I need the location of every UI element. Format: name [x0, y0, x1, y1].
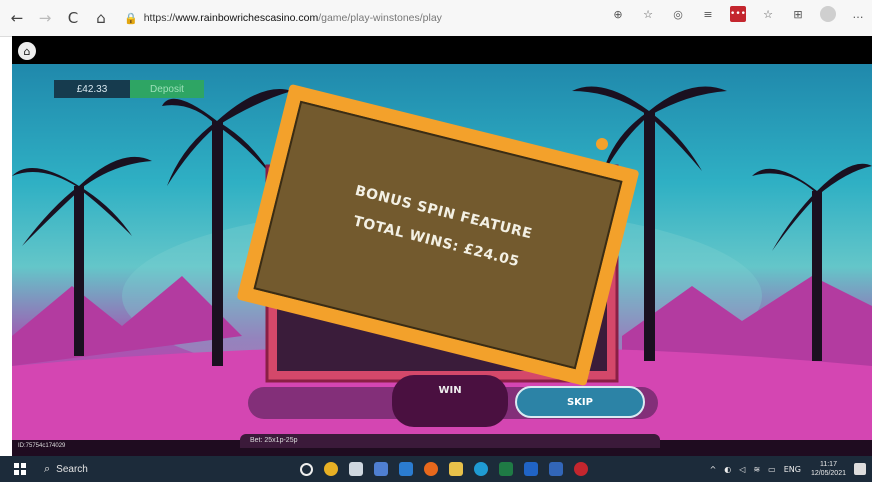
browser-toolbar: ← → C ⌂ 🔒 https://www.rainbowrichescasin… [0, 0, 872, 37]
lastpass-icon[interactable]: ••• [730, 6, 746, 22]
reload-icon[interactable]: C [62, 7, 84, 29]
home-icon[interactable]: ⌂ [90, 7, 112, 29]
network-icon[interactable]: ◐ [724, 465, 731, 474]
bet-display: Bet: 25x1p-25p [240, 434, 660, 448]
teams-icon[interactable] [574, 462, 588, 476]
url-path: /game/play-winstones/play [318, 12, 442, 24]
language-indicator[interactable]: ENG [784, 465, 801, 474]
keyboard-icon[interactable]: ▭ [768, 465, 776, 474]
firefox-icon[interactable] [424, 462, 438, 476]
taskbar-search[interactable]: ⌕ Search [44, 462, 244, 476]
clock[interactable]: 11:17 12/05/2021 [811, 460, 846, 478]
excel-icon[interactable] [499, 462, 513, 476]
win-label: WIN [438, 385, 462, 396]
collections-icon[interactable]: ☆ [760, 6, 776, 22]
win-display: WIN [392, 375, 508, 427]
search-label: Search [56, 463, 88, 475]
search-icon: ⌕ [44, 462, 51, 475]
balance-display: £42.33 [54, 80, 130, 98]
favorite-icon[interactable]: ☆ [640, 6, 656, 22]
chrome-icon[interactable] [324, 462, 338, 476]
game-id: ID:75754c174029 [18, 443, 66, 449]
back-icon[interactable]: ← [6, 7, 28, 29]
mail-icon[interactable] [399, 462, 413, 476]
chevron-up-icon[interactable]: ^ [710, 465, 717, 474]
clock-date: 12/05/2021 [810, 470, 846, 477]
volume-icon[interactable]: ◁ [739, 465, 745, 474]
flame-icon [596, 138, 608, 150]
notification-icon[interactable] [854, 463, 866, 475]
skip-label: SKIP [566, 396, 593, 408]
people-icon[interactable] [349, 462, 363, 476]
more-icon[interactable]: … [850, 6, 866, 22]
windows-start-icon[interactable] [14, 463, 26, 475]
zoom-icon[interactable]: ⊕ [610, 6, 626, 22]
wifi-icon[interactable]: ≋ [753, 465, 760, 474]
extensions-icon[interactable]: ≡ [700, 6, 716, 22]
url-prefix: https:// [143, 12, 176, 24]
word-icon[interactable] [549, 462, 563, 476]
outlook-icon[interactable] [524, 462, 538, 476]
cortana-icon[interactable] [300, 462, 313, 476]
shield-icon[interactable]: ◎ [670, 6, 686, 22]
clock-time: 11:17 [819, 461, 837, 468]
profile-icon[interactable] [820, 6, 836, 22]
favorites-bar-icon[interactable]: ⊞ [790, 6, 806, 22]
url-domain: www.rainbowrichescasino.com [175, 12, 319, 24]
security-icon[interactable] [374, 462, 388, 476]
lock-icon: 🔒 [124, 11, 138, 25]
system-tray: ^ ◐ ◁ ≋ ▭ ENG 11:17 12/05/2021 [702, 456, 866, 482]
forward-icon[interactable]: → [34, 7, 56, 29]
edge-icon[interactable] [474, 462, 488, 476]
deposit-button[interactable]: Deposit [130, 80, 204, 98]
address-bar[interactable]: 🔒 https://www.rainbowrichescasino.com/ga… [124, 6, 594, 30]
skip-button[interactable]: SKIP [515, 386, 645, 418]
game-canvas[interactable]: ⌂ £42.33 Deposit BONUS SPIN FEATURE TOTA… [12, 36, 872, 456]
windows-taskbar: ⌕ Search ^ ◐ ◁ ≋ ▭ ENG 11:17 12/05/2021 [0, 456, 872, 482]
file-explorer-icon[interactable] [449, 462, 463, 476]
